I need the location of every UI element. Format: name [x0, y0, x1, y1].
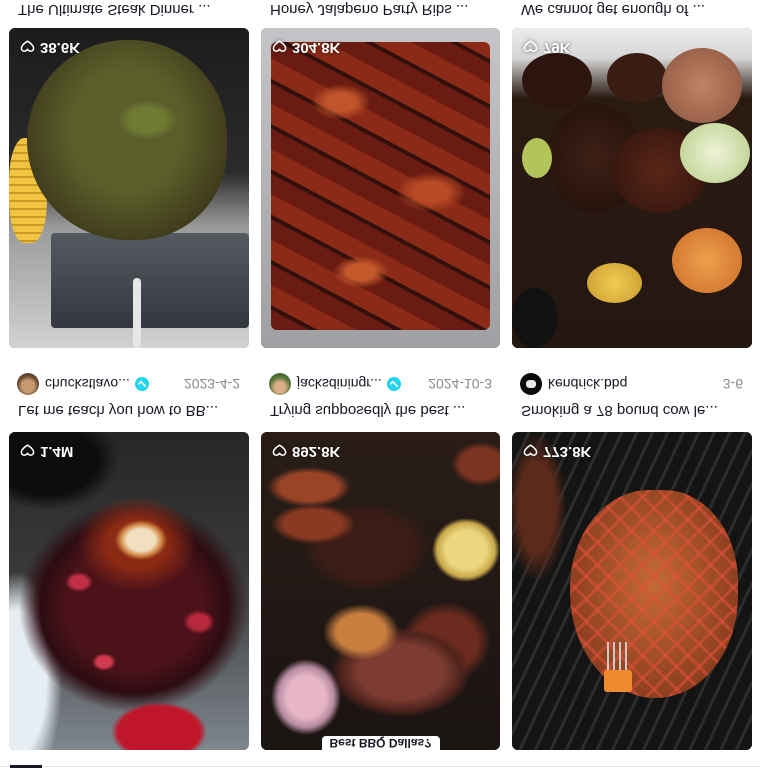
thumbnail-subject [27, 40, 227, 240]
view-count-value: 892.8K [292, 443, 341, 460]
heart-icon [272, 444, 287, 457]
video-caption[interactable]: The Ultimate Steak Dinner ... [18, 0, 244, 19]
view-count: 892.8K [272, 442, 340, 460]
thumbnail-detail [522, 138, 552, 178]
heart-icon [272, 40, 287, 53]
video-grid: 1.4M Best BBQ Dallas? 892.8K 773.8K Let … [0, 0, 760, 771]
video-card[interactable]: Best BBQ Dallas? 892.8K [261, 432, 500, 750]
thumbnail-detail [607, 53, 667, 103]
video-card[interactable]: 773.8K [512, 432, 752, 750]
tab-underline [0, 765, 760, 768]
view-count-value: 304.8K [292, 39, 341, 56]
heart-icon [523, 444, 538, 457]
heart-icon [523, 40, 538, 53]
avatar[interactable] [17, 373, 39, 395]
heart-icon [20, 444, 35, 457]
video-card[interactable]: 79K [512, 28, 752, 348]
video-caption[interactable]: We cannot get enough of ... [521, 0, 747, 19]
verified-badge-icon [386, 377, 401, 391]
author-name[interactable]: jacksdiningr... [297, 376, 382, 392]
video-caption[interactable]: Honey Jalapeno Party Ribs ... [270, 0, 496, 19]
thumbnail-detail [672, 228, 742, 293]
video-thumbnail[interactable] [9, 432, 249, 750]
active-tab-indicator [10, 765, 42, 768]
video-thumbnail[interactable] [512, 28, 752, 348]
verified-badge-icon [134, 377, 149, 391]
thumbnail-detail [662, 48, 742, 123]
thumbnail-detail [604, 670, 632, 692]
video-thumbnail[interactable] [9, 28, 249, 348]
thumbnail-detail [680, 123, 750, 183]
thumbnail-detail [587, 263, 642, 303]
video-overlay-label: Best BBQ Dallas? [321, 736, 440, 750]
view-count-value: 79K [543, 39, 571, 56]
video-caption[interactable]: Smoking a 78 pound cow le... [521, 400, 747, 420]
thumbnail-detail [133, 278, 141, 348]
view-count-value: 38.6K [40, 39, 81, 56]
avatar[interactable] [269, 373, 291, 395]
post-date: 2023-4-2 [183, 376, 240, 392]
view-count-value: 773.8K [543, 443, 592, 460]
post-date: 3-6 [722, 376, 743, 392]
view-count: 1.4M [20, 442, 73, 460]
video-card[interactable]: 304.8K [261, 28, 500, 348]
author-name[interactable]: chuckstlavo... [45, 376, 130, 392]
video-caption[interactable]: Let me teach you how to BB... [18, 400, 244, 420]
thumbnail-detail [522, 53, 592, 108]
heart-icon [20, 40, 35, 53]
view-count: 38.6K [20, 38, 80, 56]
video-caption[interactable]: Trying supposedly the best ... [270, 400, 496, 420]
view-count: 79K [523, 38, 571, 56]
thumbnail-detail [512, 288, 557, 348]
video-card[interactable]: 38.6K [9, 28, 249, 348]
thumbnail-subject [570, 490, 738, 698]
view-count: 773.8K [523, 442, 591, 460]
video-thumbnail[interactable] [512, 432, 752, 750]
video-card[interactable]: 1.4M [9, 432, 249, 750]
thumbnail-detail [51, 233, 249, 328]
author-row: jacksdiningr... 2024-10-3 [269, 372, 492, 396]
view-count-value: 1.4M [40, 443, 74, 460]
post-date: 2024-10-3 [428, 376, 492, 392]
video-thumbnail[interactable] [261, 432, 500, 750]
author-row: kendrick.bbq 3-6 [520, 372, 743, 396]
thumbnail-subject [271, 42, 490, 330]
author-name[interactable]: kendrick.bbq [548, 376, 627, 392]
view-count: 304.8K [272, 38, 340, 56]
avatar[interactable] [520, 373, 542, 395]
author-row: chuckstlavo... 2023-4-2 [17, 372, 240, 396]
video-thumbnail[interactable] [261, 28, 500, 348]
